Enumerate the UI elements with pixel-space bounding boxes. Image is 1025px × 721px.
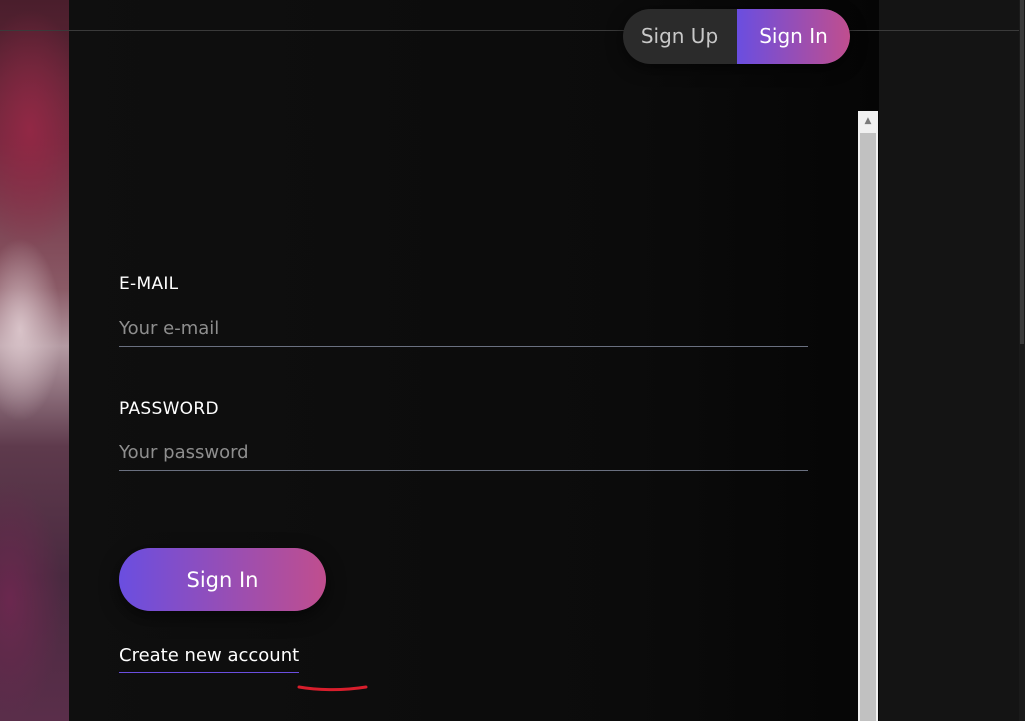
signin-panel (69, 0, 879, 721)
form-scrollbar[interactable]: ▲ (858, 111, 878, 721)
password-label: PASSWORD (119, 399, 219, 419)
red-underline-annotation (297, 685, 368, 692)
auth-mode-toggle: Sign Up Sign In (623, 9, 850, 64)
toggle-signin-button[interactable]: Sign In (737, 9, 850, 64)
background-image (0, 0, 69, 721)
sign-in-button[interactable]: Sign In (119, 548, 326, 611)
email-label: E-MAIL (119, 274, 179, 294)
create-account-link[interactable]: Create new account (119, 645, 300, 673)
scroll-up-arrow-icon[interactable]: ▲ (858, 111, 878, 132)
toggle-signup-button[interactable]: Sign Up (623, 9, 736, 64)
page-scrollbar[interactable] (1019, 0, 1025, 721)
password-field[interactable] (119, 434, 808, 471)
app-window: Sign Up Sign In ▲ E-MAIL PASSWORD Sign I… (0, 0, 1025, 721)
email-field[interactable] (119, 310, 808, 347)
top-divider (0, 30, 1025, 31)
right-margin (879, 0, 1019, 721)
page-scrollbar-thumb[interactable] (1020, 0, 1024, 344)
form-scrollbar-thumb[interactable] (860, 133, 876, 721)
